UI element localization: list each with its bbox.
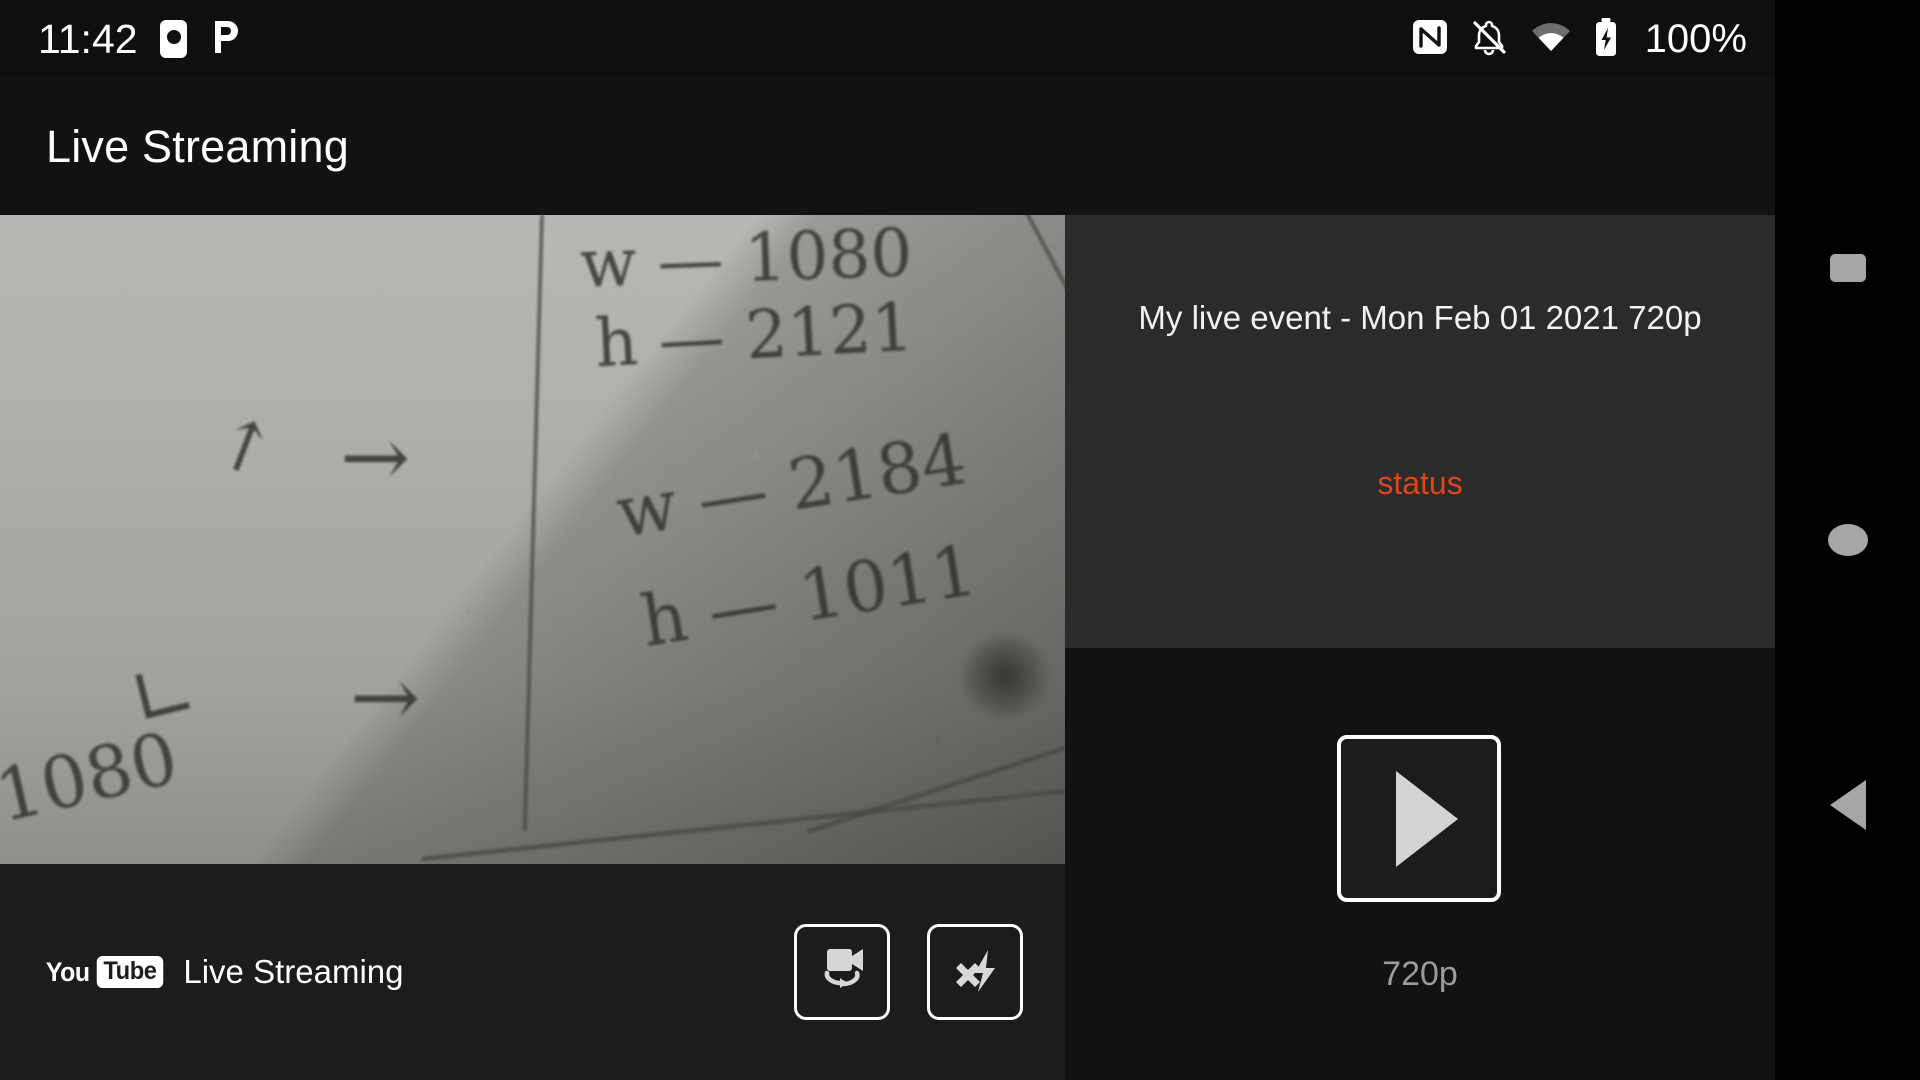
recents-button[interactable]: [1775, 208, 1920, 328]
event-title: My live event - Mon Feb 01 2021 720p: [1138, 299, 1702, 336]
status-bar-right: 100%: [1411, 17, 1747, 62]
flash-toggle-button[interactable]: [927, 924, 1023, 1020]
device-screen: 11:42 100% Live Streaming → ↗ ∟ → w — 10…: [0, 0, 1920, 1080]
camera-switch-icon: [813, 943, 871, 1002]
home-button[interactable]: [1775, 480, 1920, 600]
event-info-card: My live event - Mon Feb 01 2021 720p sta…: [1065, 215, 1775, 648]
status-badge: status: [1377, 465, 1463, 502]
whiteboard-mark-arrow-2: →: [350, 648, 421, 746]
camera-column: → ↗ ∟ → w — 1080 h — 2121 w — 2184 h — 1…: [0, 215, 1065, 1080]
status-clock: 11:42: [38, 15, 138, 62]
wifi-icon: [1529, 19, 1573, 60]
whiteboard-mark-arrow-1: →: [340, 408, 411, 506]
play-button[interactable]: [1337, 735, 1501, 902]
youtube-logo-you: You: [45, 956, 90, 987]
camera-preview[interactable]: → ↗ ∟ → w — 1080 h — 2121 w — 2184 h — 1…: [0, 215, 1065, 864]
triangle-left-icon: [1829, 780, 1866, 830]
whiteboard-smudge: [960, 635, 1050, 717]
status-bar-left: 11:42: [38, 18, 243, 61]
moon-dnd-icon: [159, 20, 187, 58]
whiteboard-note-0: w — 1080: [578, 215, 914, 303]
battery-charging-icon: [1593, 17, 1619, 62]
circle-icon: [1827, 524, 1868, 556]
brand-label: Live Streaming: [183, 953, 404, 990]
event-column: My live event - Mon Feb 01 2021 720p sta…: [1065, 215, 1775, 1080]
play-triangle-icon: [1396, 770, 1458, 867]
camera-control-bar: You Tube Live Streaming: [0, 864, 1065, 1080]
android-navigation-bar: [1775, 0, 1920, 1080]
app-window: 11:42 100% Live Streaming → ↗ ∟ → w — 10…: [0, 0, 1775, 1080]
switch-camera-button[interactable]: [794, 924, 890, 1020]
app-title-bar: Live Streaming: [0, 78, 1775, 215]
status-bar: 11:42 100%: [0, 0, 1775, 78]
flash-off-icon: [947, 944, 1003, 1001]
youtube-brand-block: You Tube Live Streaming: [44, 953, 757, 991]
youtube-logo-tube: Tube: [96, 956, 163, 988]
page-title: Live Streaming: [46, 120, 349, 172]
quality-label: 720p: [1382, 955, 1458, 993]
square-icon: [1829, 254, 1866, 282]
notifications-muted-icon: [1469, 17, 1509, 62]
youtube-logo-icon: You Tube: [44, 956, 164, 988]
player-panel: 720p: [1065, 648, 1775, 1080]
battery-percent-label: 100%: [1644, 17, 1747, 61]
pushbullet-icon: [209, 18, 243, 61]
nfc-icon: [1411, 18, 1449, 61]
back-button[interactable]: [1775, 745, 1920, 865]
